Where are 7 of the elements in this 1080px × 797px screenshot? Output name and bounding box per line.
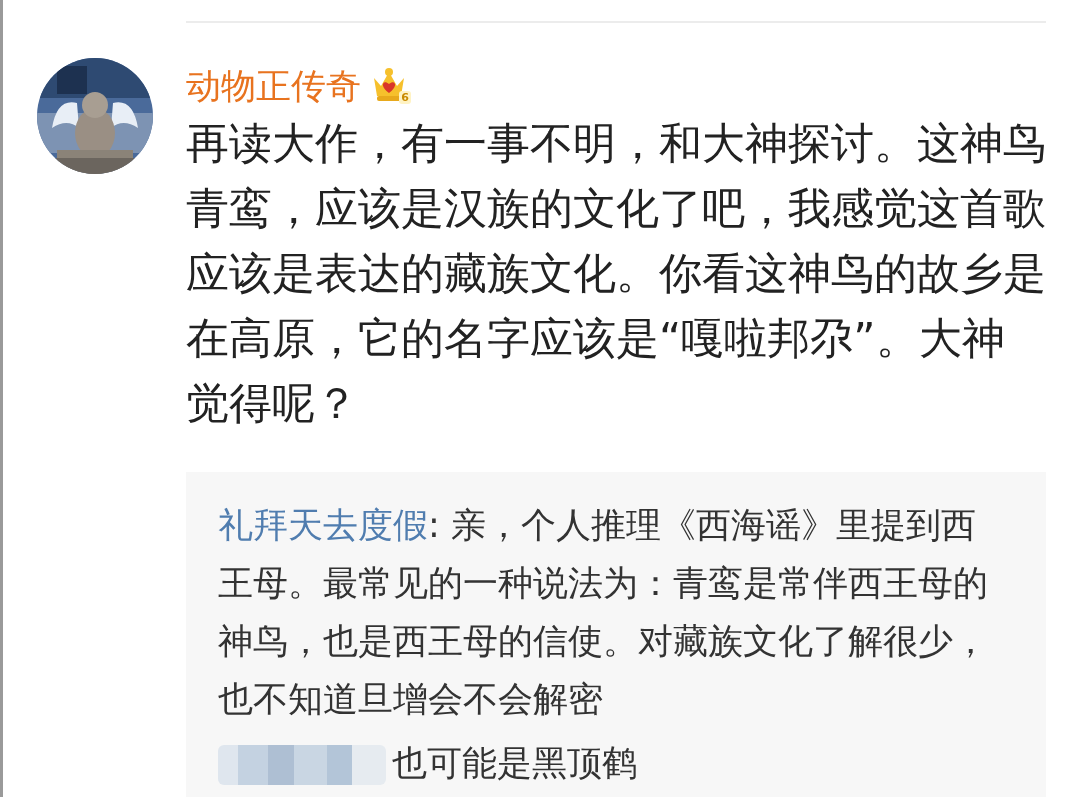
level-badge: 6: [399, 91, 411, 104]
reply-author[interactable]: 礼拜天去度假: [218, 505, 428, 545]
comment-text: 再读大作，有一事不明，和大神探讨。这神鸟青鸾，应该是汉族的文化了吧，我感觉这首歌应该是表达的藏族文化。你看这神鸟的故乡是在高原，它的名字应该是“嘎啦邦尕”。大神觉得呢？: [186, 117, 1046, 430]
reply-text: 礼拜天去度假: 亲，个人推理《西海谣》里提到西王母。最常见的一种说法为：青鸾是常伴西王母的神鸟，也是西王母的信使。对藏族文化了解很少，也不知道旦增会不会解密: [218, 504, 989, 721]
username[interactable]: 动物正传奇: [186, 61, 361, 111]
crown-icon: [371, 66, 407, 102]
reply-text: 也可能是黑顶鹤: [392, 743, 637, 783]
